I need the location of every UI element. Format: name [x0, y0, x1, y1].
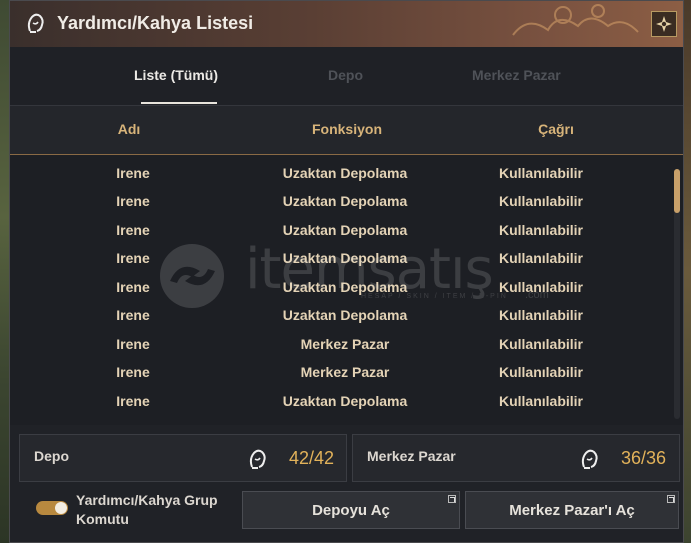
tab-list-all[interactable]: Liste (Tümü) [134, 67, 218, 83]
table-header: Adı Fonksiyon Çağrı [10, 106, 683, 155]
table-row[interactable]: Irene Uzaktan Depolama Kullanılabilir [10, 244, 670, 272]
cell-call: Kullanılabilir [498, 336, 584, 352]
cell-name: Irene [116, 193, 150, 209]
group-command-toggle[interactable] [36, 501, 68, 515]
column-header-function[interactable]: Fonksiyon [312, 121, 382, 137]
cell-name: Irene [116, 165, 150, 181]
depot-count: 42/42 [289, 448, 335, 468]
cell-call: Kullanılabilir [498, 193, 584, 209]
helper-face-icon [581, 449, 598, 469]
title-bar[interactable]: Yardımcı/Kahya Listesi [10, 1, 683, 48]
active-tab-indicator [141, 102, 217, 104]
star-emblem-button[interactable] [651, 11, 677, 37]
column-header-name[interactable]: Adı [118, 121, 141, 137]
table-row[interactable]: Irene Uzaktan Depolama Kullanılabilir [10, 216, 670, 244]
cell-function: Uzaktan Depolama [282, 393, 408, 409]
helper-face-icon [249, 449, 266, 469]
table-row[interactable]: Irene Uzaktan Depolama Kullanılabilir [10, 273, 670, 301]
column-header-call[interactable]: Çağrı [538, 121, 574, 137]
cell-function: Uzaktan Depolama [282, 279, 408, 295]
table-row[interactable]: Irene Uzaktan Depolama Kullanılabilir [10, 187, 670, 215]
external-link-icon [448, 495, 456, 503]
star-emblem-icon [656, 16, 672, 32]
external-link-icon [667, 495, 675, 503]
cell-function: Uzaktan Depolama [282, 165, 408, 181]
helper-list-window: Yardımcı/Kahya Listesi Liste (Tümü) Depo… [9, 0, 684, 543]
cell-call: Kullanılabilir [498, 393, 584, 409]
cell-call: Kullanılabilir [498, 279, 584, 295]
depot-label: Depo [34, 448, 69, 464]
cell-call: Kullanılabilir [498, 307, 584, 323]
cell-function: Uzaktan Depolama [282, 250, 408, 266]
tab-central-market[interactable]: Merkez Pazar [472, 67, 561, 83]
market-count: 36/36 [621, 448, 667, 468]
scrollbar-thumb[interactable] [674, 169, 680, 213]
helper-list: Irene Uzaktan Depolama Kullanılabilir Ir… [10, 155, 683, 425]
table-row[interactable]: Irene Uzaktan Depolama Kullanılabilir [10, 159, 670, 187]
toggle-knob [55, 502, 67, 514]
cell-name: Irene [116, 250, 150, 266]
open-depot-label: Depoyu Aç [312, 501, 390, 519]
cell-function: Merkez Pazar [300, 364, 390, 380]
cell-call: Kullanılabilir [498, 222, 584, 238]
open-market-button[interactable]: Merkez Pazar'ı Aç [465, 491, 679, 529]
cell-call: Kullanılabilir [498, 165, 584, 181]
cloud-ornament-icon [512, 4, 639, 36]
cell-name: Irene [116, 393, 150, 409]
cell-name: Irene [116, 279, 150, 295]
cell-function: Merkez Pazar [300, 336, 390, 352]
open-market-label: Merkez Pazar'ı Aç [509, 501, 635, 519]
window-title: Yardımcı/Kahya Listesi [57, 13, 254, 33]
cell-function: Uzaktan Depolama [282, 193, 408, 209]
tab-depot[interactable]: Depo [328, 67, 363, 83]
tab-bar: Liste (Tümü) Depo Merkez Pazar [10, 47, 683, 106]
helper-face-icon [27, 13, 44, 33]
group-command-label: Yardımcı/Kahya Grup Komutu [76, 492, 218, 527]
background-edge-right [683, 0, 691, 543]
table-row[interactable]: Irene Uzaktan Depolama Kullanılabilir [10, 301, 670, 329]
open-depot-button[interactable]: Depoyu Aç [242, 491, 460, 529]
market-capacity-box: Merkez Pazar 36/36 [352, 434, 680, 482]
table-row[interactable]: Irene Uzaktan Depolama Kullanılabilir [10, 387, 670, 415]
cell-function: Uzaktan Depolama [282, 222, 408, 238]
cell-name: Irene [116, 364, 150, 380]
cell-call: Kullanılabilir [498, 364, 584, 380]
cell-name: Irene [116, 336, 150, 352]
cell-call: Kullanılabilir [498, 250, 584, 266]
cell-name: Irene [116, 222, 150, 238]
market-label: Merkez Pazar [367, 448, 456, 464]
depot-capacity-box: Depo 42/42 [19, 434, 347, 482]
table-row[interactable]: Irene Merkez Pazar Kullanılabilir [10, 330, 670, 358]
cell-name: Irene [116, 307, 150, 323]
table-row[interactable]: Irene Merkez Pazar Kullanılabilir [10, 358, 670, 386]
cell-function: Uzaktan Depolama [282, 307, 408, 323]
